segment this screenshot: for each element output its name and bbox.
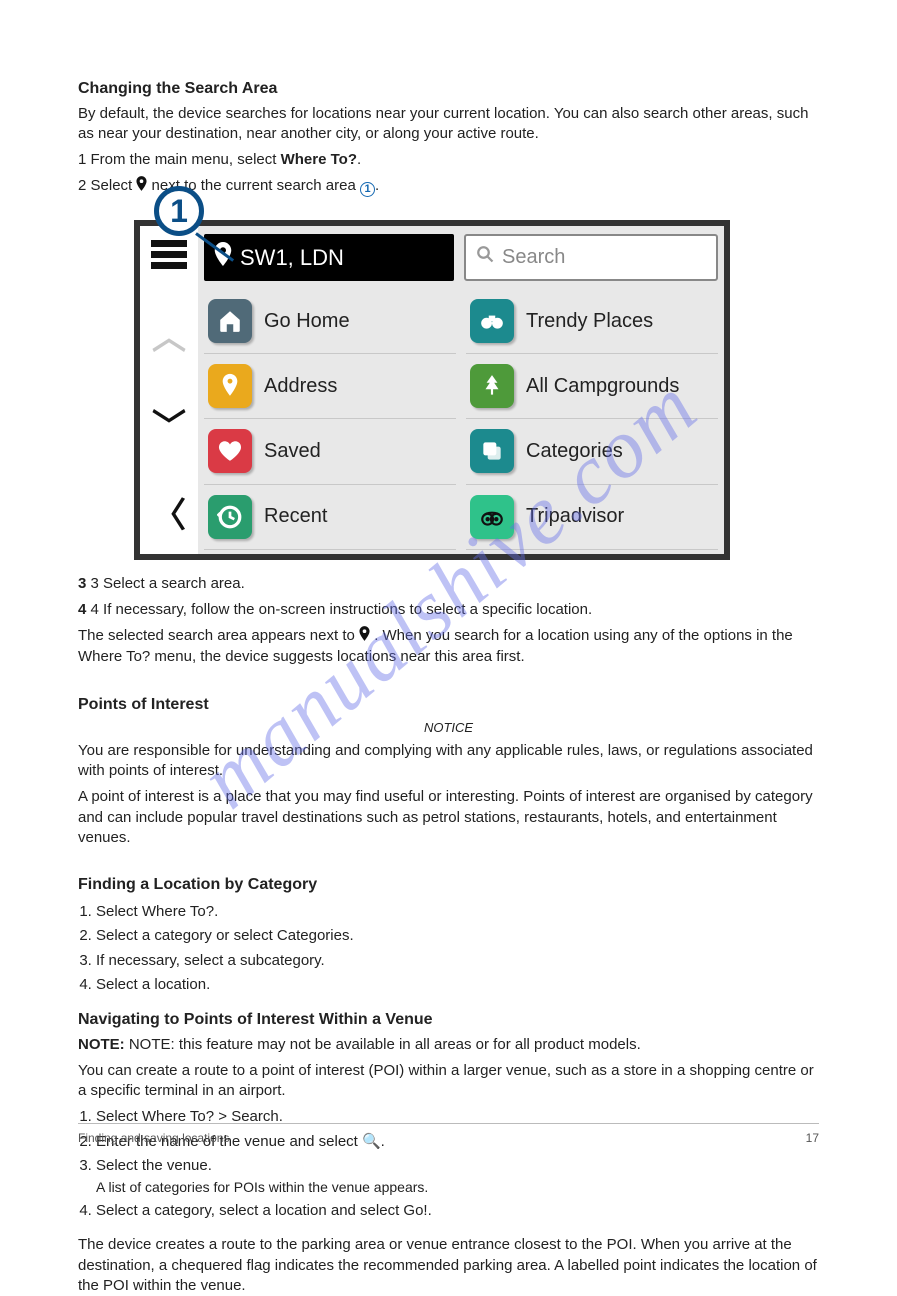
cat-step-1: Select Where To?.	[96, 902, 819, 922]
menu-item-tripadvisor[interactable]: Tripadvisor	[466, 485, 718, 550]
heart-icon	[208, 429, 252, 473]
menu-item-trendy[interactable]: Trendy Places	[466, 289, 718, 354]
venue-step-3-note: A list of categories for POIs within the…	[96, 1178, 819, 1197]
section-title-poi: Points of Interest	[78, 694, 819, 716]
binoculars-icon	[470, 299, 514, 343]
cat-step-3: If necessary, select a subcategory.	[96, 951, 819, 971]
cat-step-4: Select a location.	[96, 975, 819, 995]
scroll-up-arrow: ︿	[152, 316, 186, 362]
menu-label: Tripadvisor	[526, 503, 624, 530]
back-arrow[interactable]: 〈	[152, 494, 186, 540]
pin-icon	[208, 364, 252, 408]
after-steps-prefix: The selected search area appears next to	[78, 627, 359, 644]
device-main: SW1, LDN Search Go Home Trendy Places	[198, 226, 724, 554]
menu-label: Categories	[526, 438, 623, 465]
venue-step-4: Select a category, select a location and…	[96, 1201, 819, 1221]
device-screenshot: 1 ︿ ﹀ 〈 SW1, LDN Search	[134, 220, 730, 560]
venue-step-3: Select the venue. A list of categories f…	[96, 1156, 819, 1197]
menu-item-go-home[interactable]: Go Home	[204, 289, 456, 354]
pin-icon	[136, 176, 147, 197]
search-placeholder: Search	[502, 244, 565, 271]
menu-item-saved[interactable]: Saved	[204, 419, 456, 484]
menu-label: Address	[264, 373, 337, 400]
menu-item-recent[interactable]: Recent	[204, 485, 456, 550]
section-title-change-area: Changing the Search Area	[78, 78, 819, 100]
step-4: 4 4 If necessary, follow the on-screen i…	[78, 600, 819, 620]
menu-item-campgrounds[interactable]: All Campgrounds	[466, 354, 718, 419]
tripadvisor-icon	[470, 495, 514, 539]
after-steps: The selected search area appears next to…	[78, 626, 819, 668]
section-title-find-category: Finding a Location by Category	[78, 874, 819, 896]
tree-icon	[470, 364, 514, 408]
step-1: 1 From the main menu, select Where To?.	[78, 150, 819, 170]
step-3: 3 3 Select a search area.	[78, 574, 819, 594]
menu-label: Go Home	[264, 308, 350, 335]
home-icon	[208, 299, 252, 343]
callout-ref-1: 1	[360, 182, 375, 197]
section-title-venue: Navigating to Points of Interest Within …	[78, 1009, 819, 1031]
step-2-prefix: 2 Select	[78, 177, 136, 194]
menu-item-address[interactable]: Address	[204, 354, 456, 419]
venue-end: The device creates a route to the parkin…	[78, 1235, 819, 1296]
page-footer: Finding and saving locations 17	[78, 1123, 819, 1146]
callout-badge-1: 1	[154, 186, 204, 236]
menu-label: Recent	[264, 503, 327, 530]
cat-step-2: Select a category or select Categories.	[96, 926, 819, 946]
notice-text: You are responsible for understanding an…	[78, 741, 819, 782]
device-frame: ︿ ﹀ 〈 SW1, LDN Search	[134, 220, 730, 560]
step-1-prefix: 1 From the main menu, select	[78, 151, 281, 168]
menu-label: Saved	[264, 438, 321, 465]
footer-section-name: Finding and saving locations	[78, 1130, 229, 1146]
poi-body: A point of interest is a place that you …	[78, 787, 819, 848]
category-steps: Select Where To?. Select a category or s…	[78, 902, 819, 995]
venue-note: NOTE: NOTE: this feature may not be avai…	[78, 1035, 819, 1055]
device-sidebar: ︿ ﹀ 〈	[140, 226, 198, 554]
menu-label: Trendy Places	[526, 308, 653, 335]
search-icon	[476, 244, 494, 271]
scroll-down-arrow[interactable]: ﹀	[152, 405, 186, 451]
search-area-label: SW1, LDN	[240, 243, 344, 273]
current-search-area[interactable]: SW1, LDN	[204, 234, 454, 282]
stack-icon	[470, 429, 514, 473]
step-1-where-to: Where To?	[281, 151, 357, 168]
venue-body: You can create a route to a point of int…	[78, 1061, 819, 1102]
menu-item-categories[interactable]: Categories	[466, 419, 718, 484]
menu-icon[interactable]	[151, 236, 187, 273]
menu-label: All Campgrounds	[526, 373, 679, 400]
history-icon	[208, 495, 252, 539]
notice-label: NOTICE	[78, 719, 819, 737]
search-input[interactable]: Search	[464, 234, 718, 282]
page-number: 17	[806, 1130, 819, 1146]
intro-paragraph: By default, the device searches for loca…	[78, 104, 819, 145]
pin-icon	[359, 626, 370, 647]
